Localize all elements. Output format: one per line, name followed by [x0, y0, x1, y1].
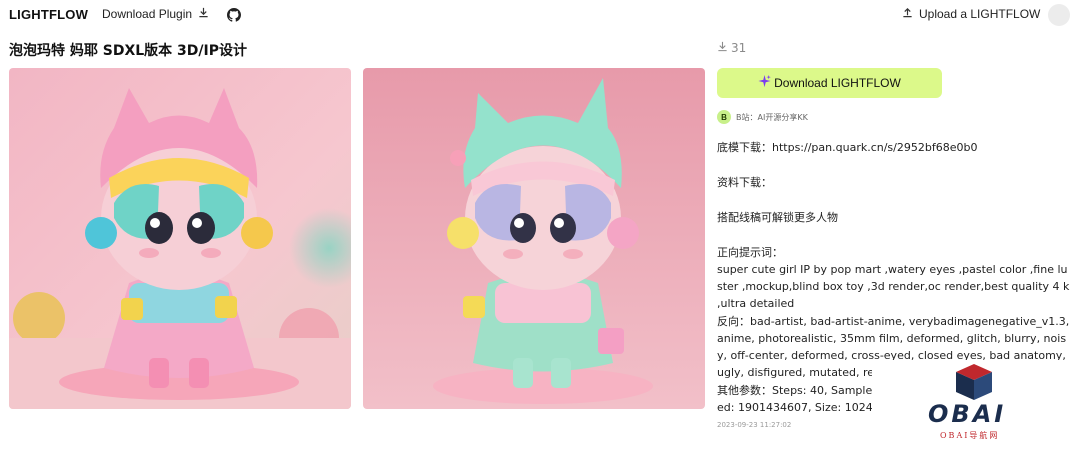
watermark-text: OBAI	[928, 400, 1007, 428]
preview-image-2[interactable]	[363, 68, 705, 409]
avatar[interactable]	[1048, 4, 1070, 26]
description-line-resources: 资料下载：	[717, 176, 772, 189]
description-line-base-model: 底模下载：https://pan.quark.cn/s/2952bf68e0b0	[717, 141, 978, 154]
author-info[interactable]: B B站：AI开源分享KK	[717, 110, 808, 124]
upload-icon	[902, 7, 913, 21]
download-icon	[198, 7, 209, 21]
github-icon[interactable]	[227, 7, 241, 22]
download-count-icon	[717, 41, 728, 55]
download-plugin-label: Download Plugin	[102, 7, 193, 21]
timestamp: 2023-09-23 11:27:02	[717, 421, 792, 429]
page-title: 泡泡玛特 妈耶 SDXL版本 3D/IP设计	[9, 43, 247, 59]
author-name: B站：AI开源分享KK	[736, 112, 808, 122]
upload-button[interactable]: Upload a LIGHTFLOW	[902, 7, 1040, 21]
watermark-cube-icon	[956, 364, 992, 400]
description-line-positive-heading: 正向提示词：	[717, 246, 783, 259]
download-count-value: 31	[731, 41, 747, 55]
description-positive-prompt: super cute girl IP by pop mart ,watery e…	[717, 263, 1070, 310]
preview-image-1[interactable]	[9, 68, 351, 409]
sparkle-icon	[758, 75, 771, 91]
upload-label: Upload a LIGHTFLOW	[919, 7, 1041, 21]
download-count: 31	[717, 41, 746, 55]
description-line-lineart: 搭配线稿可解锁更多人物	[717, 211, 838, 224]
download-lightflow-button[interactable]: Download LIGHTFLOW	[717, 68, 942, 98]
author-avatar: B	[717, 110, 731, 124]
watermark-subtext: OBAI导航网	[940, 431, 1000, 440]
top-nav: LIGHTFLOW Download Plugin Upload a LIGHT…	[0, 0, 1080, 30]
watermark: OBAI OBAI导航网	[922, 362, 1022, 444]
download-lightflow-label: Download LIGHTFLOW	[774, 76, 901, 90]
download-plugin-link[interactable]: Download Plugin	[102, 7, 209, 21]
logo[interactable]: LIGHTFLOW	[9, 7, 88, 22]
